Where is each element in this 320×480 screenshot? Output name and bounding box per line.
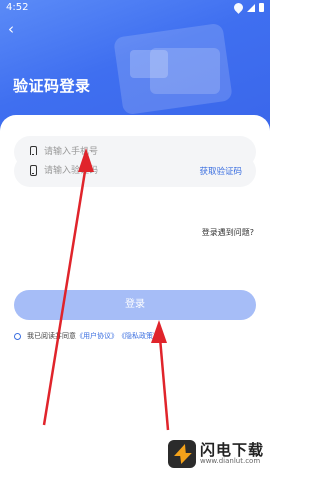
annotation-arrows — [42, 148, 170, 431]
arrow-to-login-button — [151, 320, 170, 431]
watermark-name: 闪电下载 — [199, 440, 264, 459]
watermark: 闪电下载 www.dianlut.com — [167, 440, 264, 468]
lightning-logo-icon — [167, 440, 196, 468]
watermark-text: 闪电下载 www.dianlut.com — [200, 442, 264, 466]
arrow-to-phone-field — [42, 148, 94, 426]
watermark-url: www.dianlut.com — [199, 457, 261, 466]
